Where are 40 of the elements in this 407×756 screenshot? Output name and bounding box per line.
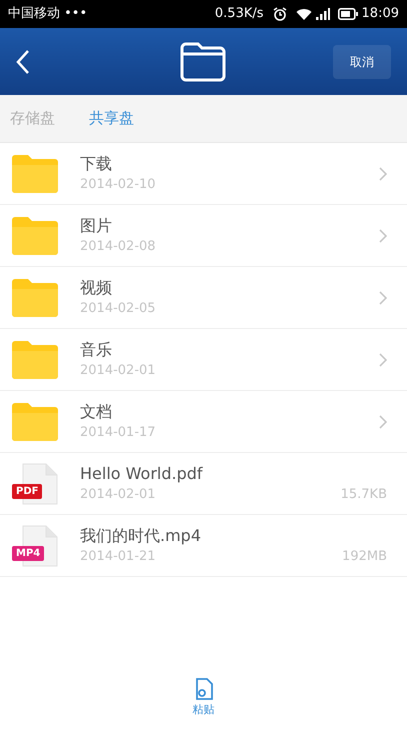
folder-icon (180, 42, 226, 82)
file-name: 视频 (80, 276, 113, 298)
folder-icon (12, 340, 58, 378)
paste-button[interactable]: 粘贴 (192, 678, 214, 718)
file-date: 2014-02-10 (80, 176, 157, 194)
folder-icon (12, 154, 58, 192)
cancel-button[interactable]: 取消 (333, 44, 391, 78)
file-date: 2014-01-17 (80, 424, 157, 442)
file-date: 2014-02-05 (80, 300, 157, 318)
network-speed: 0.53K/s (214, 5, 264, 24)
clock-time: 18:09 (362, 5, 399, 24)
chevron-right-icon (379, 290, 387, 304)
file-name: 下载 (80, 152, 113, 174)
file-name: 音乐 (80, 338, 113, 360)
file-name: 文档 (80, 400, 113, 422)
back-icon (16, 48, 30, 74)
paste-icon (194, 678, 212, 700)
folder-icon (12, 216, 58, 254)
folder-icon (12, 278, 58, 316)
alarm-icon (272, 7, 288, 21)
file-size: 192MB (342, 548, 387, 566)
file-date: 2014-02-08 (80, 238, 157, 256)
file-date: 2014-02-01 (80, 362, 157, 380)
chevron-right-icon (379, 228, 387, 242)
file-date: 2014-01-21 (80, 548, 157, 566)
battery-icon (338, 8, 358, 20)
chevron-right-icon (379, 414, 387, 428)
signal-icon (316, 8, 330, 20)
file-size: 15.7KB (340, 486, 387, 504)
chevron-right-icon (379, 352, 387, 366)
file-date: 2014-02-01 (80, 486, 157, 504)
file-name: Hello World.pdf (80, 462, 204, 484)
file-type-badge: PDF (12, 484, 42, 498)
folder-icon (12, 402, 58, 440)
file-type-badge: MP4 (12, 546, 44, 560)
wifi-icon (296, 8, 312, 20)
chevron-right-icon (379, 166, 387, 180)
carrier-name: 中国移动 ••• (8, 5, 88, 24)
file-name: 我们的时代.mp4 (80, 524, 202, 546)
file-name: 图片 (80, 214, 113, 236)
